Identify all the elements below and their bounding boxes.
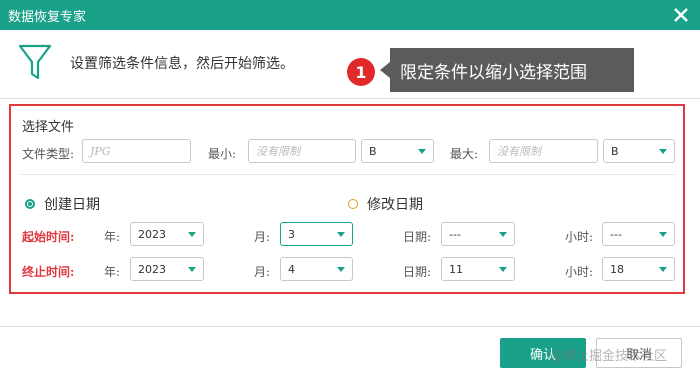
close-icon xyxy=(674,8,688,22)
max-size-label: 最大: xyxy=(450,147,479,161)
instruction-text: 设置筛选条件信息，然后开始筛选。 xyxy=(70,56,294,72)
chevron-down-icon xyxy=(188,266,196,272)
end-day-label: 日期: xyxy=(403,265,432,279)
min-unit-select[interactable]: B xyxy=(361,139,434,163)
start-year-select[interactable]: 2023 xyxy=(130,222,204,246)
max-unit-select[interactable]: B xyxy=(603,139,675,163)
start-hour-label: 小时: xyxy=(565,230,594,244)
end-month-label: 月: xyxy=(254,265,271,279)
chevron-down-icon xyxy=(337,231,345,237)
start-month-label: 月: xyxy=(254,230,271,244)
end-time-label: 终止时间: xyxy=(22,265,75,279)
chevron-down-icon xyxy=(188,231,196,237)
radio-created-date[interactable] xyxy=(25,199,35,209)
start-month-select[interactable]: 3 xyxy=(280,222,353,246)
start-day-label: 日期: xyxy=(403,230,432,244)
divider xyxy=(20,174,675,175)
end-day-select[interactable]: 11 xyxy=(441,257,515,281)
end-year-label: 年: xyxy=(104,265,121,279)
divider xyxy=(0,326,700,327)
window-title: 数据恢复专家 xyxy=(8,10,87,25)
created-date-label: 创建日期 xyxy=(44,197,100,213)
file-type-label: 文件类型: xyxy=(22,147,75,161)
end-month-select[interactable]: 4 xyxy=(280,257,353,281)
start-hour-select[interactable]: --- xyxy=(602,222,675,246)
start-day-select[interactable]: --- xyxy=(441,222,515,246)
chevron-down-icon xyxy=(659,148,667,154)
end-hour-select[interactable]: 18 xyxy=(602,257,675,281)
min-size-label: 最小: xyxy=(208,147,237,161)
filter-icon xyxy=(18,44,52,80)
divider xyxy=(0,98,700,99)
end-hour-label: 小时: xyxy=(565,265,594,279)
radio-modified-date[interactable] xyxy=(348,199,358,209)
min-size-input[interactable]: 没有限制 xyxy=(248,139,356,163)
confirm-button[interactable]: 确认 xyxy=(500,338,586,368)
chevron-down-icon xyxy=(337,266,345,272)
modified-date-label: 修改日期 xyxy=(367,197,423,213)
start-year-label: 年: xyxy=(104,230,121,244)
chevron-down-icon xyxy=(499,266,507,272)
annotation-callout: 限定条件以缩小选择范围 xyxy=(380,48,634,92)
chevron-down-icon xyxy=(659,266,667,272)
chevron-down-icon xyxy=(659,231,667,237)
section-title-file: 选择文件 xyxy=(22,120,75,135)
file-type-input[interactable]: JPG xyxy=(82,139,191,163)
close-button[interactable] xyxy=(668,2,694,28)
step-badge: 1 xyxy=(347,58,375,86)
chevron-down-icon xyxy=(499,231,507,237)
title-bar: 数据恢复专家 xyxy=(0,0,700,30)
cancel-button[interactable]: 取消 xyxy=(596,338,682,368)
start-time-label: 起始时间: xyxy=(22,230,75,244)
max-size-input[interactable]: 没有限制 xyxy=(489,139,598,163)
end-year-select[interactable]: 2023 xyxy=(130,257,204,281)
chevron-down-icon xyxy=(418,148,426,154)
